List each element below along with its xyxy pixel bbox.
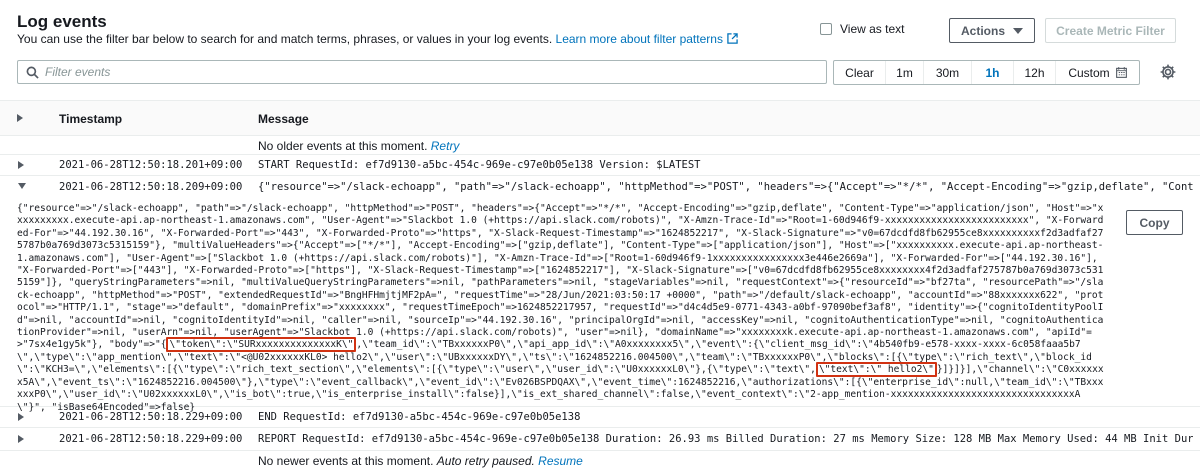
time-1m-button[interactable]: 1m [886,61,924,84]
page-header: Log events [17,12,107,32]
actions-button[interactable]: Actions [949,18,1035,43]
time-clear-label: Clear [845,65,874,80]
table-row[interactable]: 2021-06-28T12:50:18.201+09:00 START Requ… [0,155,1200,176]
expand-row-icon[interactable] [18,435,24,443]
expanded-event-body: {"resource"=>"/slack-echoapp", "path"=>"… [0,201,1200,413]
time-12h-label: 12h [1024,65,1045,80]
column-header-timestamp: Timestamp [59,112,123,126]
time-clear-button[interactable]: Clear [834,61,886,84]
no-older-events-text: No older events at this moment. Retry [258,139,459,153]
text-highlight: \"text\":\" hello2\" [815,362,937,378]
row-message: START RequestId: ef7d9130-a5bc-454c-969e… [258,159,701,171]
no-older-label: No older events at this moment. [258,139,428,153]
time-range-group: Clear 1m 30m 1h 12h Custom [833,60,1140,85]
row-message: REPORT RequestId: ef7d9130-a5bc-454c-969… [258,433,1193,445]
row-timestamp: 2021-06-28T12:50:18.209+09:00 [59,181,243,193]
expand-row-icon[interactable] [18,161,24,169]
view-as-text-checkbox[interactable] [820,23,832,35]
filter-events-input[interactable] [45,65,805,79]
view-as-text-label: View as text [840,22,905,36]
row-message: {"resource"=>"/slack-echoapp", "path"=>"… [258,181,1193,193]
view-as-text-toggle[interactable]: View as text [820,22,904,36]
collapse-row-icon[interactable] [18,183,26,189]
row-timestamp: 2021-06-28T12:50:18.201+09:00 [59,159,243,171]
time-12h-button[interactable]: 12h [1014,61,1056,84]
table-row[interactable]: 2021-06-28T12:50:18.229+09:00 REPORT Req… [0,428,1200,451]
no-older-events-row: No older events at this moment. Retry [0,136,1200,155]
resume-link[interactable]: Resume [538,454,583,468]
no-newer-label: No newer events at this moment. [258,454,434,468]
expand-all-icon[interactable] [17,114,23,122]
table-header: Timestamp Message [0,100,1200,136]
no-newer-events-text: No newer events at this moment. Auto ret… [258,454,583,468]
time-custom-label: Custom [1068,65,1110,80]
time-1m-label: 1m [896,65,913,80]
external-link-icon [727,33,738,44]
search-icon [26,66,39,79]
no-newer-events-row: No newer events at this moment. Auto ret… [0,451,1200,471]
caret-down-icon [1013,27,1023,34]
retry-link[interactable]: Retry [431,139,460,153]
filter-bar[interactable] [17,60,827,84]
token-highlight: \"token\":\"SURxxxxxxxxxxxxxxK\" [166,337,357,353]
subtitle-text: You can use the filter bar below to sear… [17,32,553,46]
time-1h-button[interactable]: 1h [972,61,1014,84]
row-timestamp: 2021-06-28T12:50:18.229+09:00 [59,411,243,423]
copy-label: Copy [1139,215,1170,230]
time-30m-label: 30m [935,65,960,80]
learn-more-link[interactable]: Learn more about filter patterns [556,32,738,46]
time-30m-button[interactable]: 30m [924,61,972,84]
column-header-message: Message [258,112,309,126]
table-row[interactable]: 2021-06-28T12:50:18.209+09:00 {"resource… [0,176,1200,201]
event-json: {"resource"=>"/slack-echoapp", "path"=>"… [17,203,1107,414]
time-custom-button[interactable]: Custom [1056,61,1139,84]
copy-button[interactable]: Copy [1126,210,1183,235]
create-metric-filter-label: Create Metric Filter [1056,23,1165,38]
time-1h-label: 1h [985,65,1000,80]
learn-more-label: Learn more about filter patterns [555,32,723,46]
table-row[interactable]: 2021-06-28T12:50:18.229+09:00 END Reques… [0,407,1200,428]
expand-row-icon[interactable] [18,413,24,421]
actions-label: Actions [960,23,1005,38]
calendar-icon [1115,67,1127,78]
auto-retry-label: Auto retry paused. [436,454,535,468]
row-timestamp: 2021-06-28T12:50:18.229+09:00 [59,433,243,445]
page-subtitle: You can use the filter bar below to sear… [17,32,738,46]
page-title: Log events [17,12,107,31]
row-message: END RequestId: ef7d9130-a5bc-454c-969e-c… [258,411,581,423]
json-part-1: {"resource"=>"/slack-echoapp", "path"=>"… [17,203,1104,351]
create-metric-filter-button[interactable]: Create Metric Filter [1045,18,1176,43]
gear-icon[interactable] [1159,63,1177,81]
